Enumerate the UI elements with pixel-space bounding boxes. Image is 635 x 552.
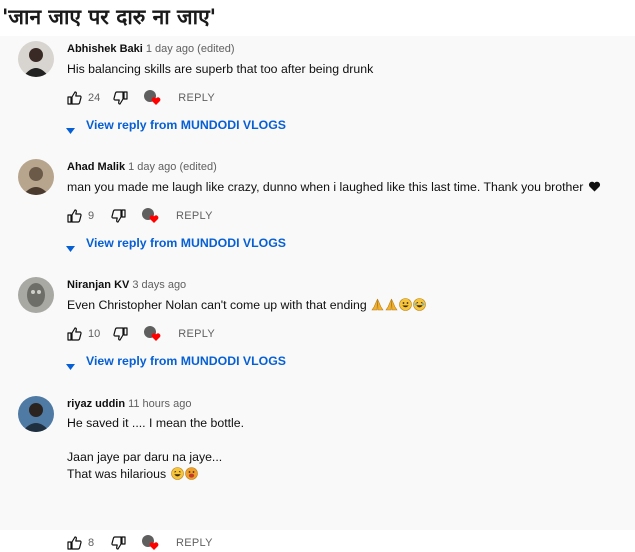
comment-text-line: He saved it .... I mean the bottle. xyxy=(67,416,245,430)
comment-text: man you made me laugh like crazy, dunno … xyxy=(67,180,601,195)
like-count: 9 xyxy=(88,210,95,222)
folded-hands-emoji xyxy=(385,298,398,311)
comment-header: Abhishek Baki 1 day ago (edited) xyxy=(67,42,234,56)
comment-header: Niranjan KV 3 days ago xyxy=(67,278,186,292)
comments-panel: Abhishek Baki 1 day ago (edited) His bala… xyxy=(0,36,635,550)
comment-text-line: Jaan jaye par daru na jaye... xyxy=(67,450,223,464)
comment-author[interactable]: riyaz uddin xyxy=(67,398,125,410)
thumbs-up-icon[interactable] xyxy=(66,208,82,224)
creator-heart-icon xyxy=(144,90,162,106)
laughing-face-emoji xyxy=(184,467,198,480)
comment-text-line-wrap: That was hilarious xyxy=(67,466,244,483)
view-reply-label: View reply from MUNDODI VLOGS xyxy=(86,236,286,250)
comment-text-line: That was hilarious xyxy=(67,467,167,481)
comment-header: Ahad Malik 1 day ago (edited) xyxy=(67,160,217,174)
comment-actions: 9 REPLY xyxy=(66,207,213,225)
grinning-face-emoji xyxy=(170,467,184,480)
view-reply-button[interactable]: View reply from MUNDODI VLOGS xyxy=(66,353,286,370)
comment-text-content: Even Christopher Nolan can't come up wit… xyxy=(67,298,367,312)
comment-text: He saved it .... I mean the bottle. Jaan… xyxy=(67,415,244,483)
creator-heart-icon xyxy=(142,535,160,551)
avatar[interactable] xyxy=(18,41,54,77)
avatar[interactable] xyxy=(18,396,54,432)
reply-button[interactable]: REPLY xyxy=(176,537,213,549)
expand-triangle-icon xyxy=(66,122,75,134)
thumbs-down-icon[interactable] xyxy=(113,90,129,106)
grinning-face-emoji xyxy=(399,298,412,311)
thumbs-down-icon[interactable] xyxy=(111,208,127,224)
view-reply-label: View reply from MUNDODI VLOGS xyxy=(86,354,286,368)
comment-text: His balancing skills are superb that too… xyxy=(67,62,374,76)
comment-text-content: man you made me laugh like crazy, dunno … xyxy=(67,180,584,194)
view-reply-label: View reply from MUNDODI VLOGS xyxy=(86,118,286,132)
comment-actions: 8 REPLY xyxy=(66,534,213,552)
comment-actions: 24 REPLY xyxy=(66,89,215,107)
creator-heart-icon xyxy=(144,326,162,342)
comment-time[interactable]: 1 day ago (edited) xyxy=(146,43,235,55)
comment-text-line xyxy=(67,432,244,449)
view-reply-button[interactable]: View reply from MUNDODI VLOGS xyxy=(66,117,286,134)
black-heart-emoji xyxy=(588,180,601,193)
avatar[interactable] xyxy=(18,159,54,195)
comment-author[interactable]: Abhishek Baki xyxy=(67,43,143,55)
comment-text: Even Christopher Nolan can't come up wit… xyxy=(67,298,426,313)
thumbs-down-icon[interactable] xyxy=(113,326,129,342)
folded-hands-emoji xyxy=(371,298,384,311)
like-count: 10 xyxy=(88,328,101,340)
thumbs-up-icon[interactable] xyxy=(66,535,82,551)
reply-button[interactable]: REPLY xyxy=(178,328,215,340)
view-reply-button[interactable]: View reply from MUNDODI VLOGS xyxy=(66,235,286,252)
thumbs-up-icon[interactable] xyxy=(66,326,82,342)
comment-header: riyaz uddin 11 hours ago xyxy=(67,397,191,411)
reply-button[interactable]: REPLY xyxy=(176,210,213,222)
comment-time[interactable]: 3 days ago xyxy=(132,279,186,291)
avatar[interactable] xyxy=(18,277,54,313)
comment-time[interactable]: 1 day ago (edited) xyxy=(128,161,217,173)
comment-author[interactable]: Niranjan KV xyxy=(67,279,129,291)
like-count: 24 xyxy=(88,92,101,104)
thumbs-up-icon[interactable] xyxy=(66,90,82,106)
like-count: 8 xyxy=(88,537,95,549)
laughing-face-emoji xyxy=(413,298,426,311)
expand-triangle-icon xyxy=(66,240,75,252)
comment-author[interactable]: Ahad Malik xyxy=(67,161,125,173)
reply-button[interactable]: REPLY xyxy=(178,92,215,104)
article-headline: 'जान जाए पर दारु ना जाए' xyxy=(2,5,217,29)
comment-time[interactable]: 11 hours ago xyxy=(128,398,191,410)
thumbs-down-icon[interactable] xyxy=(111,535,127,551)
creator-heart-icon xyxy=(142,208,160,224)
comment-actions: 10 REPLY xyxy=(66,325,215,343)
expand-triangle-icon xyxy=(66,358,75,370)
